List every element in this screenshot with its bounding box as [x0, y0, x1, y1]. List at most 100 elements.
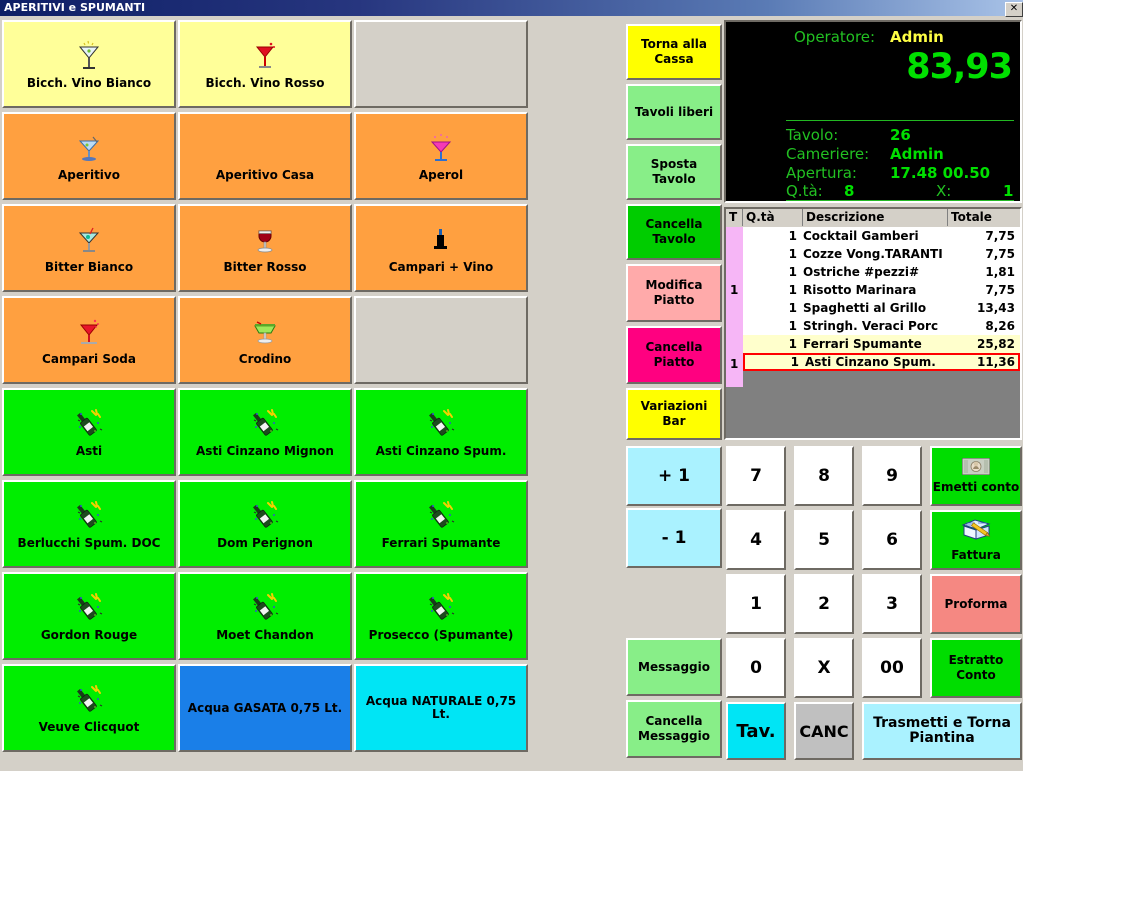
order-row[interactable]: 1 Cocktail Gamberi 7,75: [743, 227, 1020, 245]
product-button-asti-cinzano-spum[interactable]: Asti Cinzano Spum.: [354, 388, 528, 476]
product-button-ferrari-spumante[interactable]: Ferrari Spumante: [354, 480, 528, 568]
function-button-modifica-piatto[interactable]: Modifica Piatto: [626, 264, 722, 322]
key-9[interactable]: 9: [862, 446, 922, 506]
window-titlebar: APERITIVI e SPUMANTI: [0, 0, 1023, 16]
key-1[interactable]: 1: [726, 574, 786, 634]
product-label: Prosecco (Spumante): [368, 628, 514, 642]
keypad-button-label: - 1: [661, 527, 687, 548]
proforma-button[interactable]: Proforma: [930, 574, 1022, 634]
product-button-prosecco-spumante[interactable]: Prosecco (Spumante): [354, 572, 528, 660]
tav-button[interactable]: Tav.: [726, 702, 786, 760]
function-button-sposta-tavolo[interactable]: Sposta Tavolo: [626, 144, 722, 200]
product-button-veuve-clicquot[interactable]: Veuve Clicquot: [2, 664, 176, 752]
operator-label: Operatore:: [794, 28, 876, 46]
product-button-acqua-gasata-0-75-lt[interactable]: Acqua GASATA 0,75 Lt.: [178, 664, 352, 752]
order-row[interactable]: 1 Spaghetti al Grillo 13,43: [743, 299, 1020, 317]
fattura-button[interactable]: Fattura: [930, 510, 1022, 570]
operator-value: Admin: [890, 28, 944, 46]
product-button-campari-vino[interactable]: Campari + Vino: [354, 204, 528, 292]
key-double-zero[interactable]: 00: [862, 638, 922, 698]
key-3[interactable]: 3: [862, 574, 922, 634]
champagne-bottle-icon: [426, 496, 456, 536]
messaggio-button[interactable]: Messaggio: [626, 638, 722, 696]
product-button-asti-cinzano-mignon[interactable]: Asti Cinzano Mignon: [178, 388, 352, 476]
cocktail-blue-icon: [74, 128, 104, 168]
order-list[interactable]: T Q.tà Descrizione Totale 1 1 1 Cocktail …: [724, 207, 1022, 440]
order-row-qty: 1: [788, 319, 797, 333]
key-8[interactable]: 8: [794, 446, 854, 506]
order-row[interactable]: 1 Risotto Marinara 7,75: [743, 281, 1020, 299]
key-5[interactable]: 5: [794, 510, 854, 570]
ledger-icon: [960, 517, 992, 547]
product-button-bitter-bianco[interactable]: Bitter Bianco: [2, 204, 176, 292]
order-row-qty: 1: [788, 265, 797, 279]
key-4[interactable]: 4: [726, 510, 786, 570]
key-2[interactable]: 2: [794, 574, 854, 634]
tavolo-value: 26: [890, 126, 911, 144]
function-button-cancella-tavolo[interactable]: Cancella Tavolo: [626, 204, 722, 260]
champagne-bottle-icon: [74, 680, 104, 720]
function-button-torna-alla-cassa[interactable]: Torna alla Cassa: [626, 24, 722, 80]
keypad-button-label: Tav.: [736, 720, 776, 742]
keypad-button-label: Fattura: [951, 548, 1001, 562]
plus-one-button[interactable]: + 1: [626, 446, 722, 506]
cancella-messaggio-button[interactable]: Cancella Messaggio: [626, 700, 722, 758]
product-button-berlucchi-spum-doc[interactable]: Berlucchi Spum. DOC: [2, 480, 176, 568]
product-button-gordon-rouge[interactable]: Gordon Rouge: [2, 572, 176, 660]
function-button-tavoli-liberi[interactable]: Tavoli liberi: [626, 84, 722, 140]
order-row-description: Cocktail Gamberi: [803, 229, 919, 243]
display-divider-top: [786, 120, 1014, 121]
keypad-button-label: 2: [818, 593, 830, 614]
canc-button[interactable]: CANC: [794, 702, 854, 760]
order-row[interactable]: 1 Ferrari Spumante 25,82: [743, 335, 1020, 353]
function-button-cancella-piatto[interactable]: Cancella Piatto: [626, 326, 722, 384]
product-button-aperitivo[interactable]: Aperitivo: [2, 112, 176, 200]
minus-one-button[interactable]: - 1: [626, 508, 722, 568]
product-button-aperitivo-casa[interactable]: Aperitivo Casa: [178, 112, 352, 200]
key-0[interactable]: 0: [726, 638, 786, 698]
product-button-acqua-naturale-0-75-lt[interactable]: Acqua NATURALE 0,75 Lt.: [354, 664, 528, 752]
function-button-variazioni-bar[interactable]: Variazioni Bar: [626, 388, 722, 440]
product-label: Aperitivo: [58, 168, 120, 182]
order-row-total: 1,81: [985, 265, 1015, 279]
order-rows: 1 Cocktail Gamberi 7,75 1 Cozze Vong.TARANTI…: [743, 227, 1020, 371]
order-row-description: Risotto Marinara: [803, 283, 917, 297]
keypad-button-label: Proforma: [944, 596, 1008, 611]
product-button-campari-soda[interactable]: Campari Soda: [2, 296, 176, 384]
trasmetti-torna-piantina-button[interactable]: Trasmetti e Torna Piantina: [862, 702, 1022, 760]
product-label: Gordon Rouge: [40, 628, 138, 642]
keypad-button-label: CANC: [799, 721, 849, 741]
order-row[interactable]: 1 Stringh. Veraci Porc 8,26: [743, 317, 1020, 335]
product-cell-empty: [354, 296, 528, 384]
key-7[interactable]: 7: [726, 446, 786, 506]
key-6[interactable]: 6: [862, 510, 922, 570]
product-label: Berlucchi Spum. DOC: [17, 536, 161, 550]
cocktail-teal-icon: [74, 220, 104, 260]
product-button-bicch-vino-bianco[interactable]: Bicch. Vino Bianco: [2, 20, 176, 108]
champagne-bottle-icon: [74, 404, 104, 444]
screen: APERITIVI e SPUMANTI ✕ Bicch. Vino Bianc…: [0, 0, 1121, 904]
product-button-bicch-vino-rosso[interactable]: Bicch. Vino Rosso: [178, 20, 352, 108]
key-multiply[interactable]: X: [794, 638, 854, 698]
estratto-conto-button[interactable]: Estratto Conto: [930, 638, 1022, 698]
champagne-bottle-icon: [250, 404, 280, 444]
product-button-moet-chandon[interactable]: Moet Chandon: [178, 572, 352, 660]
product-button-dom-perignon[interactable]: Dom Perignon: [178, 480, 352, 568]
order-row[interactable]: 1 Ostriche #pezzi# 1,81: [743, 263, 1020, 281]
apertura-label: Apertura:: [786, 164, 857, 182]
product-label: Bicch. Vino Bianco: [26, 76, 152, 90]
order-row[interactable]: 1 Cozze Vong.TARANTI 7,75: [743, 245, 1020, 263]
display-divider-bottom: [786, 200, 1014, 201]
close-icon[interactable]: ✕: [1005, 2, 1023, 17]
product-button-aperol[interactable]: Aperol: [354, 112, 528, 200]
product-grid: Bicch. Vino Bianco Bicch. Vino Rosso Aperi…: [2, 20, 532, 760]
product-button-crodino[interactable]: Crodino: [178, 296, 352, 384]
product-label: Ferrari Spumante: [381, 536, 501, 550]
product-button-asti[interactable]: Asti: [2, 388, 176, 476]
emetti-conto-button[interactable]: Emetti conto: [930, 446, 1022, 506]
product-button-bitter-rosso[interactable]: Bitter Rosso: [178, 204, 352, 292]
order-row[interactable]: 1 Asti Cinzano Spum. 11,36: [743, 353, 1020, 371]
order-list-header: T Q.tà Descrizione Totale: [726, 209, 1020, 228]
order-row-total: 13,43: [977, 301, 1015, 315]
margarita-green-icon: [250, 312, 280, 352]
